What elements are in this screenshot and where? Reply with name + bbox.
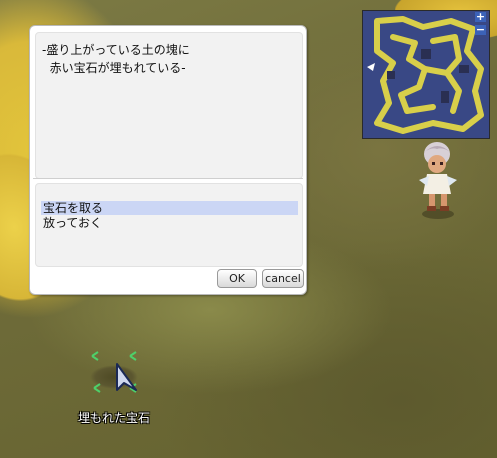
minimap-zoom-out-button[interactable]: − <box>475 24 486 35</box>
choice-take-gem[interactable]: 宝石を取る <box>41 201 298 215</box>
npc-dialog-window: -盛り上がっている土の塊に 赤い宝石が埋もれている- 宝石を取る 放っておく O… <box>29 25 307 295</box>
minimap[interactable] <box>362 10 490 139</box>
cancel-button[interactable]: cancel <box>262 269 304 288</box>
dialog-choice-list: 宝石を取る 放っておく <box>35 183 303 267</box>
minimap-terrain <box>363 11 489 138</box>
dialog-divider <box>33 178 303 179</box>
dialog-message-panel: -盛り上がっている土の塊に 赤い宝石が埋もれている- <box>35 32 303 179</box>
minimap-zoom-in-button[interactable]: + <box>475 11 486 22</box>
choice-leave-it[interactable]: 放っておく <box>41 216 298 230</box>
ok-button[interactable]: OK <box>217 269 257 288</box>
dialog-message-line: 赤い宝石が埋もれている- <box>42 61 186 75</box>
buried-gem-name-label: 埋もれた宝石 <box>78 411 151 425</box>
dialog-message-line: -盛り上がっている土の塊に <box>42 43 190 57</box>
player-character-sprite[interactable] <box>413 138 463 220</box>
mouse-cursor-icon <box>116 363 137 391</box>
